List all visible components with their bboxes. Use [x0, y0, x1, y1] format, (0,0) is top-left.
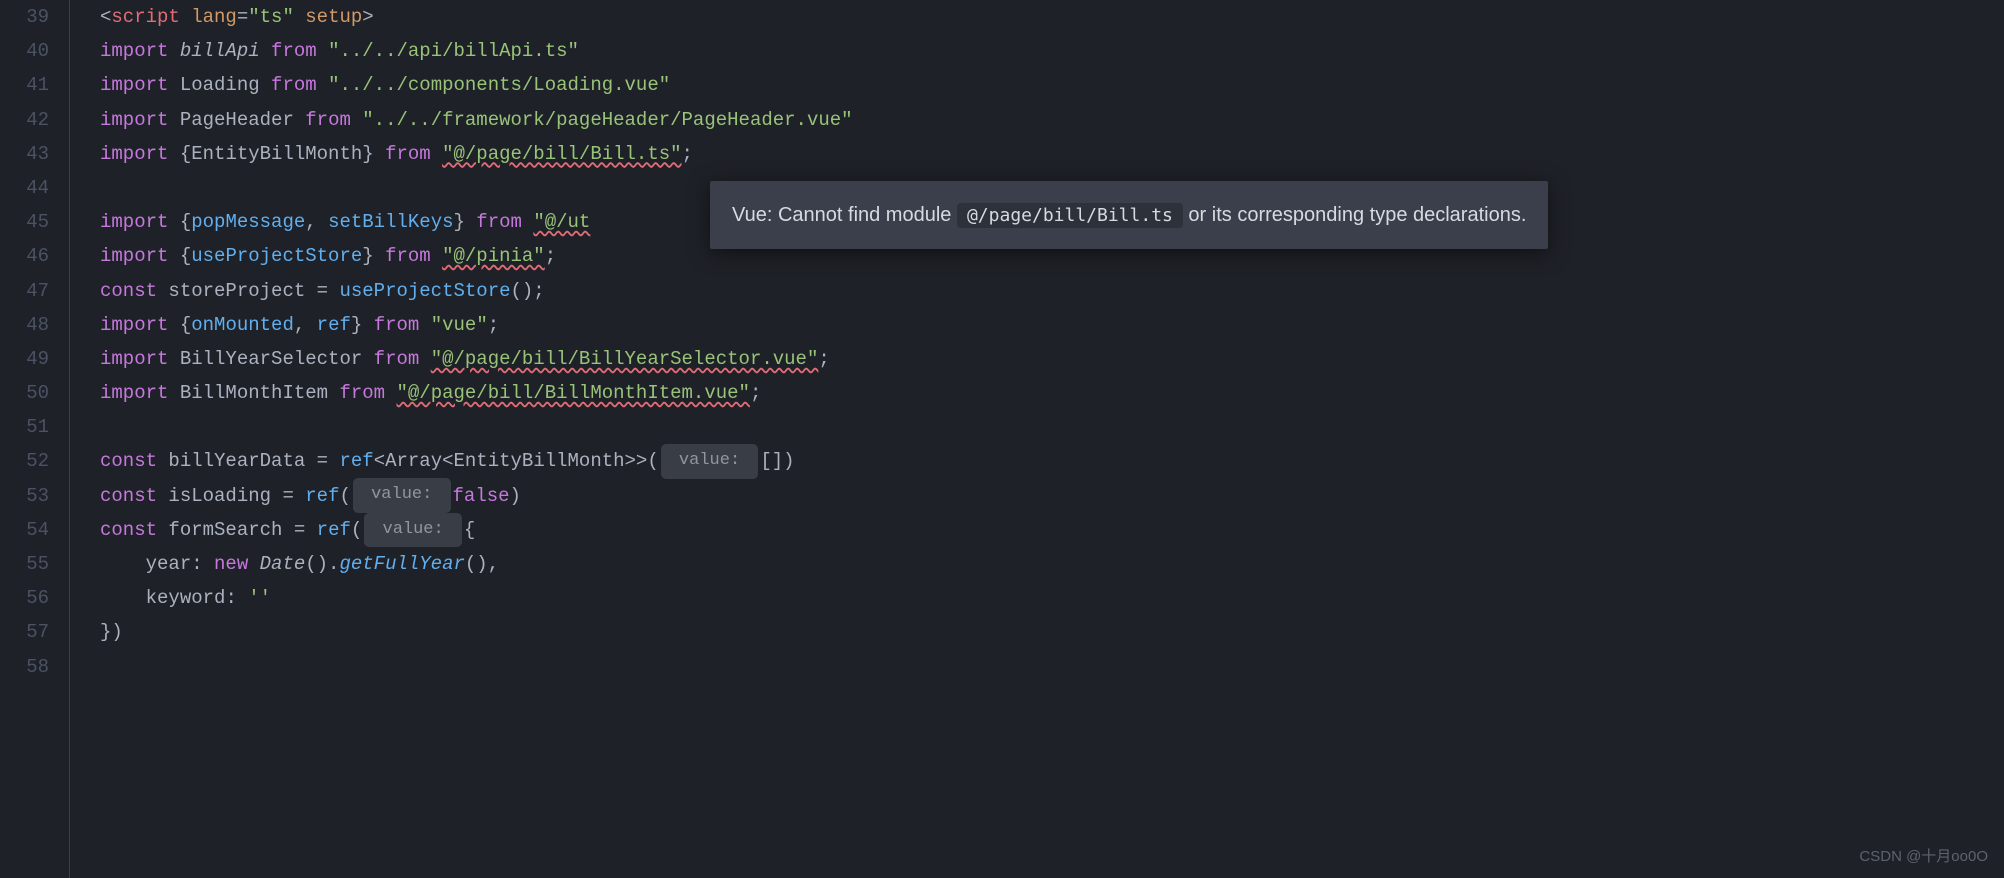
line-number: 54 — [0, 513, 49, 547]
tooltip-prefix: Vue: Cannot find module — [732, 204, 957, 226]
code-line[interactable]: const billYearData = ref<Array<EntityBil… — [100, 444, 2004, 478]
code-line[interactable]: }) — [100, 615, 2004, 649]
line-number: 39 — [0, 0, 49, 34]
code-area[interactable]: <script lang="ts" setup> import billApi … — [70, 0, 2004, 878]
line-number: 55 — [0, 547, 49, 581]
line-gutter: 39 40 41 42 43 44 45 46 47 48 49 50 51 5… — [0, 0, 70, 878]
line-number: 42 — [0, 103, 49, 137]
code-line[interactable]: <script lang="ts" setup> — [100, 0, 2004, 34]
code-line[interactable]: import {onMounted, ref} from "vue"; — [100, 308, 2004, 342]
code-line[interactable] — [100, 410, 2004, 444]
code-line[interactable]: import PageHeader from "../../framework/… — [100, 103, 2004, 137]
inlay-hint: value: — [661, 444, 759, 479]
line-number: 46 — [0, 239, 49, 273]
line-number: 43 — [0, 137, 49, 171]
watermark: CSDN @十月oo0O — [1859, 843, 1988, 870]
line-number: 51 — [0, 410, 49, 444]
code-line[interactable]: import {EntityBillMonth} from "@/page/bi… — [100, 137, 2004, 171]
line-number: 45 — [0, 205, 49, 239]
inlay-hint: value: — [364, 513, 462, 548]
code-line[interactable] — [100, 650, 2004, 684]
line-number: 57 — [0, 615, 49, 649]
code-line[interactable]: import billApi from "../../api/billApi.t… — [100, 34, 2004, 68]
code-line[interactable]: import BillYearSelector from "@/page/bil… — [100, 342, 2004, 376]
line-number: 53 — [0, 479, 49, 513]
error-tooltip: Vue: Cannot find module @/page/bill/Bill… — [710, 181, 1548, 249]
line-number: 48 — [0, 308, 49, 342]
line-number: 40 — [0, 34, 49, 68]
line-number: 41 — [0, 68, 49, 102]
code-line[interactable]: const isLoading = ref( value: false) — [100, 479, 2004, 513]
code-editor[interactable]: 39 40 41 42 43 44 45 46 47 48 49 50 51 5… — [0, 0, 2004, 878]
line-number: 58 — [0, 650, 49, 684]
code-line[interactable]: import Loading from "../../components/Lo… — [100, 68, 2004, 102]
line-number: 50 — [0, 376, 49, 410]
line-number: 56 — [0, 581, 49, 615]
code-line[interactable]: keyword: '' — [100, 581, 2004, 615]
code-line[interactable]: year: new Date().getFullYear(), — [100, 547, 2004, 581]
line-number: 52 — [0, 444, 49, 478]
inlay-hint: value: — [353, 478, 451, 513]
code-line[interactable]: const formSearch = ref( value: { — [100, 513, 2004, 547]
line-number: 44 — [0, 171, 49, 205]
line-number: 47 — [0, 274, 49, 308]
code-line[interactable]: import BillMonthItem from "@/page/bill/B… — [100, 376, 2004, 410]
tooltip-suffix: or its corresponding type declarations. — [1183, 204, 1527, 226]
code-line[interactable]: const storeProject = useProjectStore(); — [100, 274, 2004, 308]
line-number: 49 — [0, 342, 49, 376]
tooltip-module: @/page/bill/Bill.ts — [957, 203, 1183, 228]
